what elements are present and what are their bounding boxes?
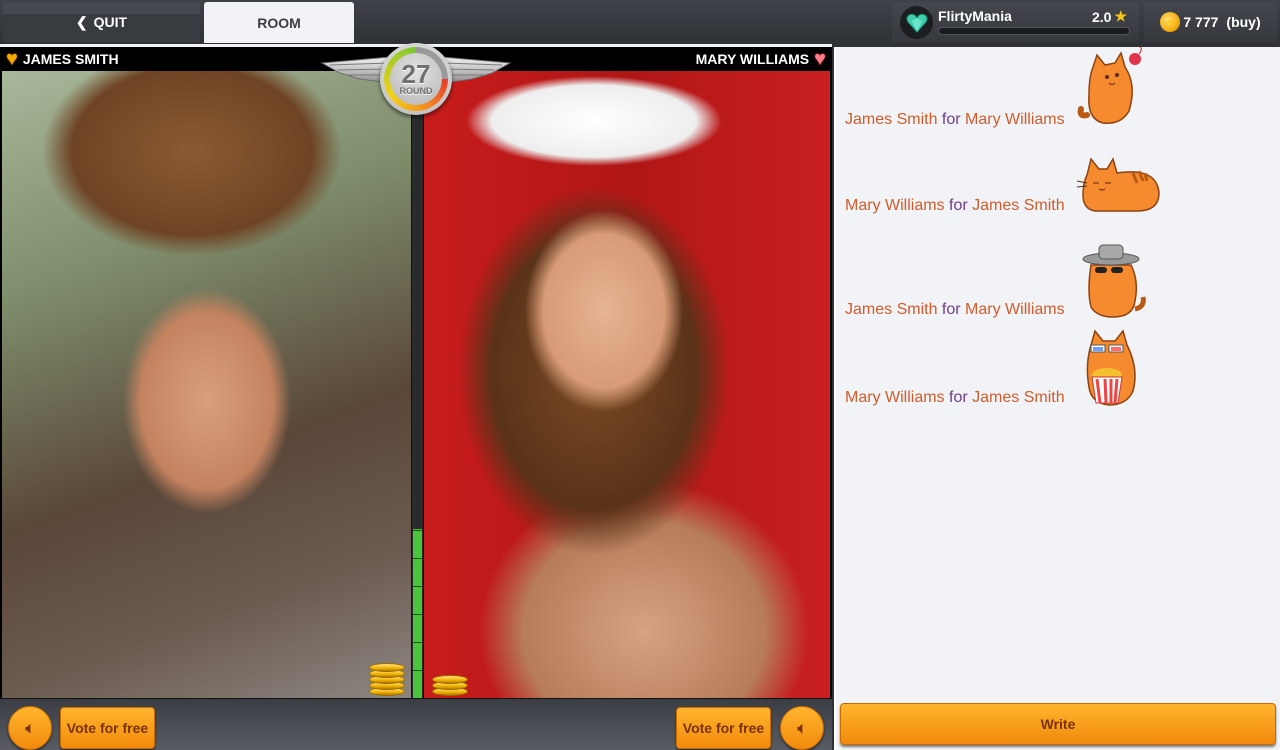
game-footer: 🔈︎ Vote for free Vote for free 🔈︎	[0, 698, 832, 750]
for-connector: for	[949, 389, 968, 406]
quit-button[interactable]: ❮ QUIT	[3, 2, 200, 42]
chat-panel: James Smith for Mary Williams Mary Willi…	[834, 46, 1280, 750]
right-coin-stack-icon	[432, 662, 468, 698]
chat-message-text: Mary Williams for James Smith	[845, 389, 1065, 407]
coin-icon	[432, 675, 468, 684]
recipient-name: Mary Williams	[965, 301, 1065, 318]
right-player-name-text: MARY WILLIAMS	[695, 51, 810, 67]
for-connector: for	[941, 301, 961, 318]
left-player-name: ♥ JAMES SMITH	[6, 48, 119, 70]
right-player-name: MARY WILLIAMS ♥	[695, 48, 826, 70]
coin-icon	[369, 663, 405, 672]
cat-with-hat-sunglasses-sticker	[1077, 243, 1149, 319]
right-sound-button[interactable]: 🔈︎	[780, 706, 824, 750]
gem-heart-icon	[900, 6, 933, 39]
heart-icon: ♥	[6, 48, 18, 70]
vote-meter	[411, 71, 424, 698]
quit-label: QUIT	[93, 14, 128, 30]
chat-message-text: James Smith for Mary Williams	[845, 111, 1065, 129]
right-player-photo[interactable]	[424, 71, 830, 698]
cat-with-popcorn-3d-glasses-sticker	[1077, 329, 1149, 407]
for-connector: for	[941, 111, 961, 128]
right-vote-button[interactable]: Vote for free	[676, 707, 771, 749]
chat-message: James Smith for Mary Williams	[845, 46, 1149, 129]
left-vote-button[interactable]: Vote for free	[60, 707, 155, 749]
speaker-icon: 🔈︎	[797, 719, 807, 737]
left-vote-label: Vote for free	[66, 720, 149, 736]
recipient-name: James Smith	[972, 197, 1065, 214]
recipient-name: Mary Williams	[965, 111, 1065, 128]
profile-box[interactable]: FlirtyMania 2.0 ★	[892, 2, 1139, 42]
cat-with-yarn-sticker	[1077, 46, 1149, 129]
sleeping-cat-sticker	[1076, 155, 1163, 215]
coin-icon: ⚡	[1160, 12, 1181, 32]
top-bar: ❮ QUIT ROOM FlirtyMania 2.0 ★ ⚡ 7 777 (b…	[0, 0, 1280, 44]
player-name-bar: ♥ JAMES SMITH MARY WILLIAMS ♥	[0, 47, 832, 71]
vote-meter-fill	[413, 528, 422, 698]
write-label: Write	[1040, 716, 1076, 732]
chat-message: James Smith for Mary Williams	[845, 243, 1149, 319]
left-sound-button[interactable]: 🔈︎	[8, 706, 52, 750]
right-vote-label: Vote for free	[682, 720, 765, 736]
speaker-icon: 🔈︎	[25, 719, 35, 737]
star-icon: ★	[1114, 8, 1127, 24]
left-coin-stack-icon	[369, 662, 405, 698]
left-player-photo[interactable]	[2, 71, 411, 698]
chevron-left-icon: ❮	[75, 13, 88, 30]
heart-icon: ♥	[814, 48, 826, 70]
profile-rating: 2.0 ★	[1092, 8, 1127, 25]
profile-name: FlirtyMania	[938, 8, 1012, 24]
chat-message: Mary Williams for James Smith	[845, 329, 1149, 407]
app-window: ❮ QUIT ROOM FlirtyMania 2.0 ★ ⚡ 7 777 (b…	[0, 0, 1280, 750]
coins-buy-button[interactable]: ⚡ 7 777 (buy)	[1144, 2, 1277, 42]
game-area: ♥ JAMES SMITH MARY WILLIAMS ♥ 27 ROUND 🔈…	[0, 43, 832, 750]
tab-room[interactable]: ROOM	[204, 2, 354, 43]
buy-label: (buy)	[1226, 14, 1261, 30]
room-label: ROOM	[257, 14, 301, 31]
sender-name: James Smith	[845, 301, 938, 318]
chat-message: Mary Williams for James Smith	[845, 155, 1163, 215]
for-connector: for	[949, 197, 968, 214]
chat-message-text: James Smith for Mary Williams	[845, 301, 1065, 319]
write-button[interactable]: Write	[840, 703, 1276, 745]
level-progress-bar	[938, 27, 1130, 35]
sender-name: Mary Williams	[845, 197, 945, 214]
coin-balance: 7 777	[1183, 14, 1219, 30]
recipient-name: James Smith	[972, 389, 1065, 406]
left-player-name-text: JAMES SMITH	[22, 51, 119, 67]
chat-message-text: Mary Williams for James Smith	[845, 197, 1065, 215]
sender-name: Mary Williams	[845, 389, 945, 406]
rating-value: 2.0	[1091, 8, 1112, 25]
sender-name: James Smith	[845, 111, 938, 128]
